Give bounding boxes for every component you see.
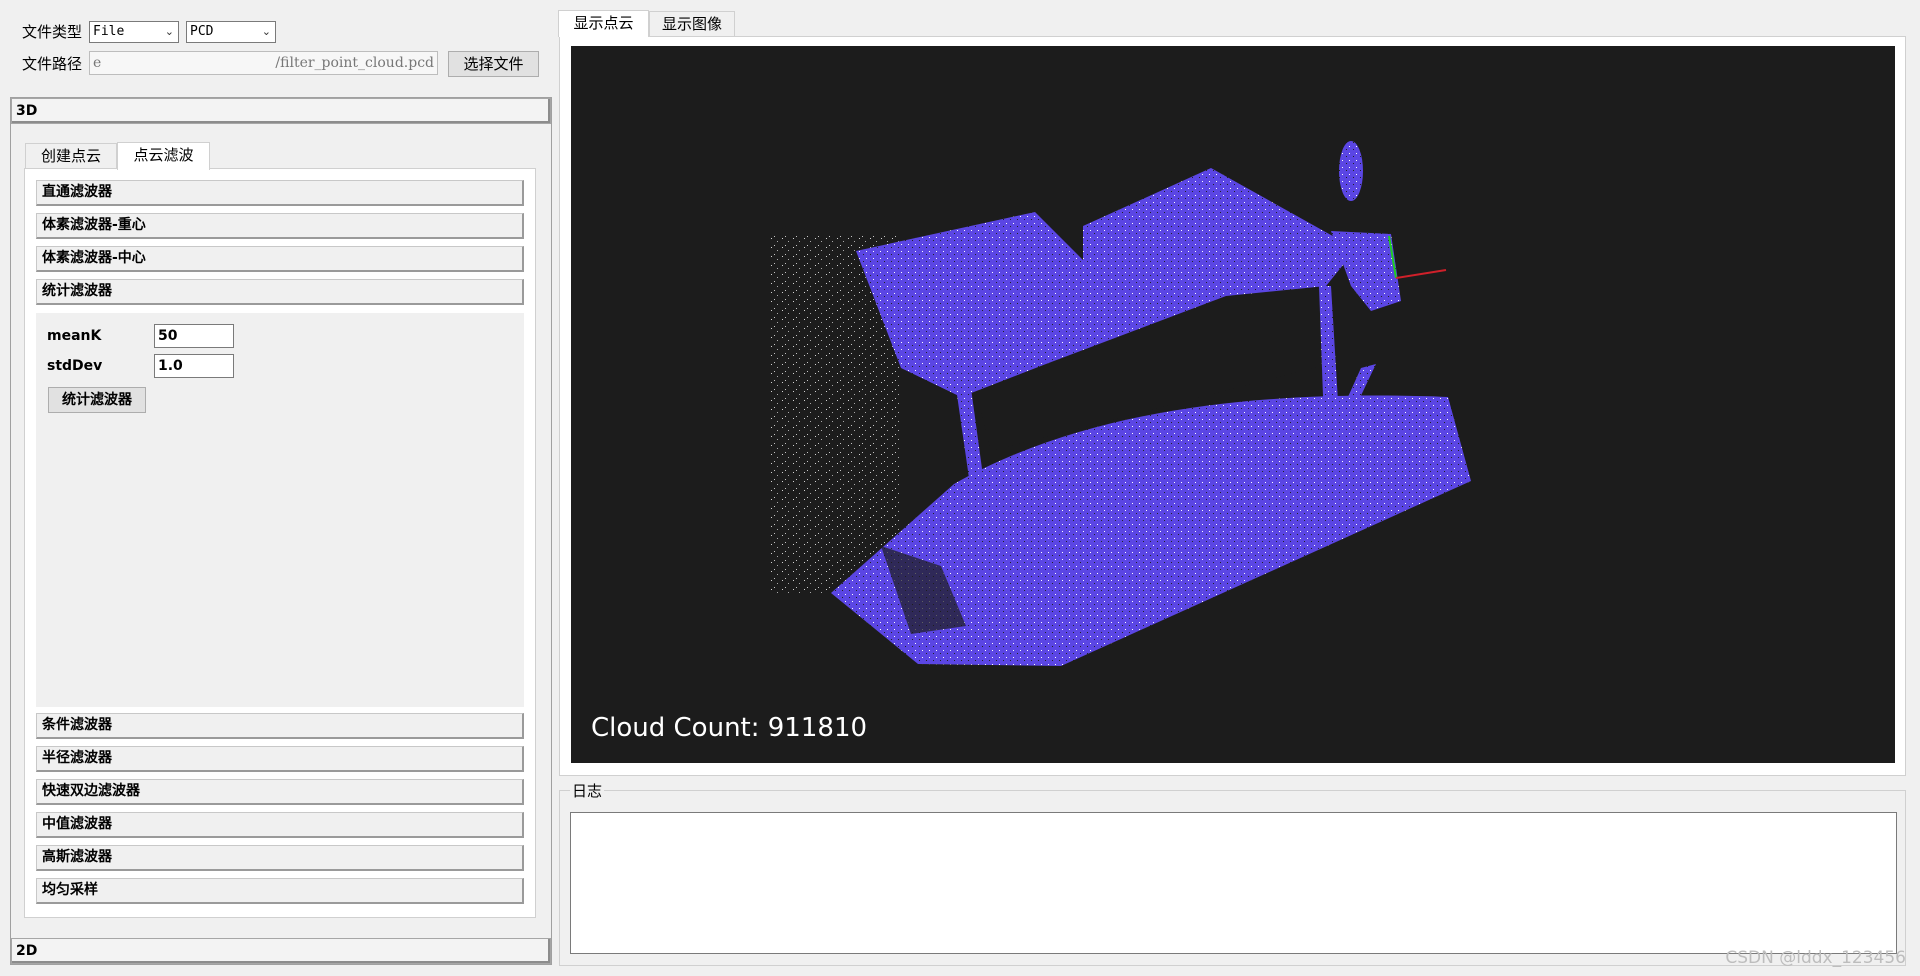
file-type-select[interactable]: File ⌄: [89, 21, 179, 43]
filter-median[interactable]: 中值滤波器: [36, 812, 524, 838]
filter-voxel-center[interactable]: 体素滤波器-中心: [36, 246, 524, 272]
point-cloud-render: [771, 141, 1471, 666]
point-cloud-viewer[interactable]: Cloud Count: 911810: [571, 46, 1895, 763]
format-value: PCD: [190, 24, 214, 39]
file-type-value: File: [93, 24, 125, 39]
tab-show-image[interactable]: 显示图像: [649, 11, 735, 37]
filter-uniform-sampling[interactable]: 均匀采样: [36, 878, 524, 904]
stddev-input[interactable]: 1.0: [154, 354, 234, 378]
file-path-suffix: /filter_point_cloud.pcd: [275, 55, 434, 71]
tab-show-cloud[interactable]: 显示点云: [558, 10, 649, 37]
filter-fast-bilateral[interactable]: 快速双边滤波器: [36, 779, 524, 805]
file-path-prefix: e: [93, 55, 102, 71]
choose-file-button[interactable]: 选择文件: [448, 51, 539, 77]
meank-input[interactable]: 50: [154, 324, 234, 348]
chair-back: [1339, 141, 1363, 201]
chevron-down-icon: ⌄: [261, 25, 271, 38]
file-type-label: 文件类型: [22, 23, 83, 41]
log-textarea[interactable]: [570, 812, 1897, 954]
axis-red: [1395, 269, 1447, 279]
file-path-label: 文件路径: [22, 55, 83, 73]
watermark: CSDN @lddx_123456: [1725, 948, 1906, 968]
group-3d-header[interactable]: 3D: [11, 98, 551, 124]
tab-cloud-filter[interactable]: 点云滤波: [117, 142, 210, 170]
stddev-label: stdDev: [47, 358, 103, 374]
cloud-count-label: Cloud Count: 911810: [591, 713, 868, 743]
format-select[interactable]: PCD ⌄: [186, 21, 276, 43]
chevron-down-icon: ⌄: [164, 25, 174, 38]
log-label: 日志: [570, 781, 605, 801]
statistical-filter-apply-button[interactable]: 统计滤波器: [48, 387, 146, 413]
file-path-input[interactable]: e /filter_point_cloud.pcd: [89, 51, 438, 75]
filter-statistical[interactable]: 统计滤波器: [36, 279, 524, 305]
filter-conditional[interactable]: 条件滤波器: [36, 713, 524, 739]
filter-gaussian[interactable]: 高斯滤波器: [36, 845, 524, 871]
filter-passthrough[interactable]: 直通滤波器: [36, 180, 524, 206]
group-2d-header[interactable]: 2D: [11, 938, 551, 964]
filter-voxel-centroid[interactable]: 体素滤波器-重心: [36, 213, 524, 239]
filter-radius[interactable]: 半径滤波器: [36, 746, 524, 772]
statistical-filter-panel: [36, 313, 524, 707]
meank-label: meanK: [47, 328, 102, 344]
tab-create-cloud[interactable]: 创建点云: [25, 143, 117, 169]
